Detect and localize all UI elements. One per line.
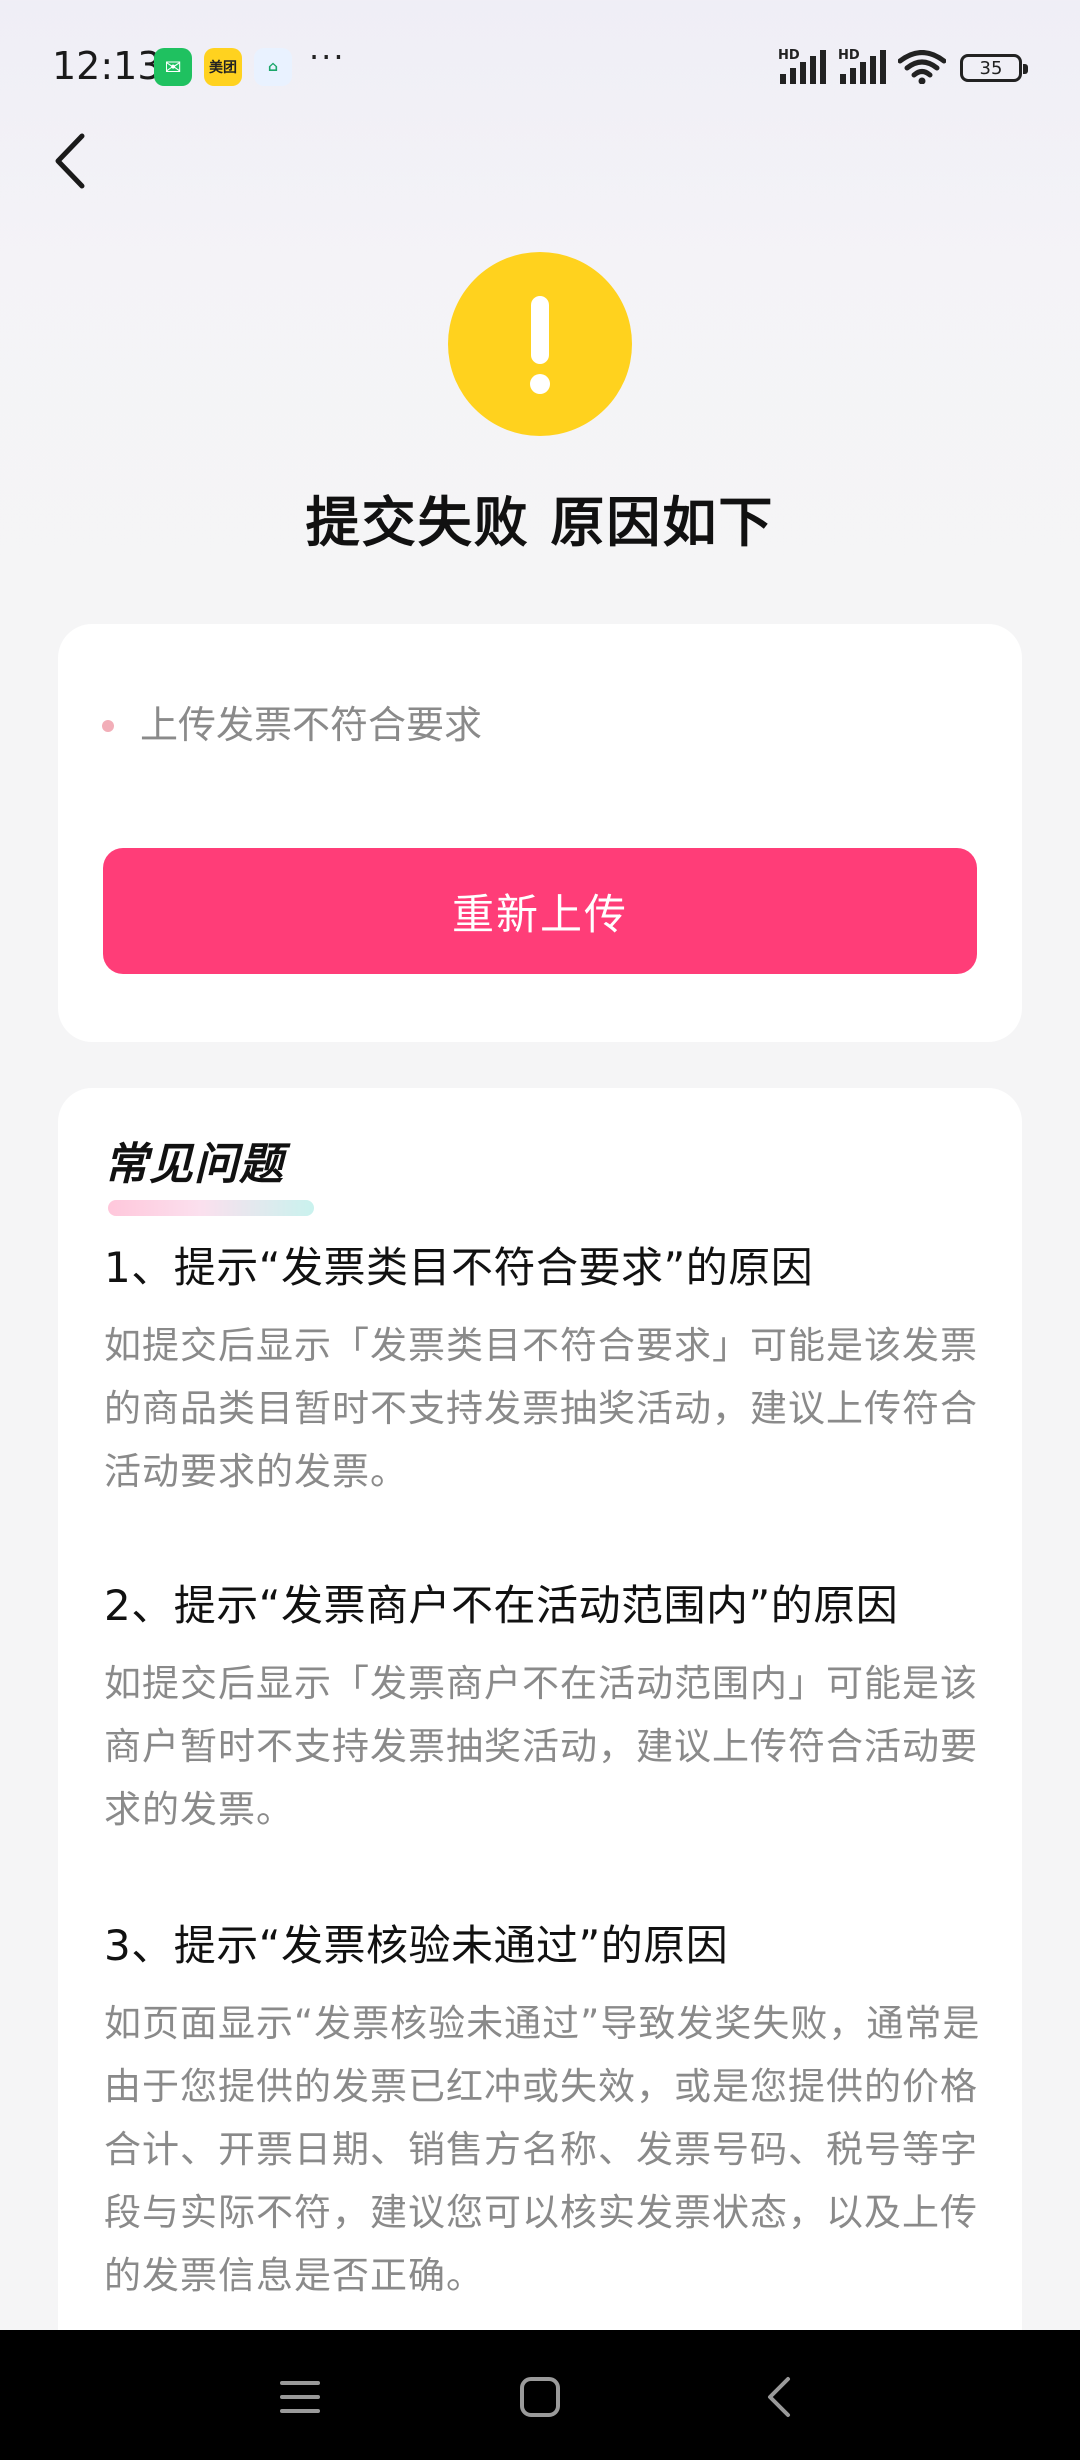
more-notifications-icon: ···	[309, 38, 346, 76]
page-title: 提交失败 原因如下	[305, 491, 775, 554]
failure-reason-card: 上传发票不符合要求 重新上传	[58, 624, 1022, 1042]
faq-item: 1、提示“发票类目不符合要求”的原因 如提交后显示「发票类目不符合要求」可能是该…	[104, 1238, 1004, 1503]
faq-title: 常见问题	[104, 1139, 284, 1190]
faq-answer: 如页面显示“发票核验未通过”导致发奖失败，通常是由于您提供的发票已红冲或失效，或…	[104, 2002, 981, 2297]
reupload-button[interactable]: 重新上传	[103, 848, 977, 974]
faq-card: 常见问题 1、提示“发票类目不符合要求”的原因 如提交后显示「发票类目不符合要求…	[58, 1088, 1022, 2460]
faq-heading: 常见问题	[104, 1128, 314, 1216]
nav-home-button[interactable]	[505, 2362, 575, 2432]
meituan-icon: 美团	[204, 48, 242, 86]
system-nav-bar	[0, 2330, 1080, 2460]
back-button[interactable]	[40, 126, 100, 196]
faq-item: 2、提示“发票商户不在活动范围内”的原因 如提交后显示「发票商户不在活动范围内」…	[104, 1576, 1004, 1841]
faq-question: 3、提示“发票核验未通过”的原因	[104, 1921, 729, 1970]
faq-answer: 如提交后显示「发票类目不符合要求」可能是该发票的商品类目暂时不支持发票抽奖活动，…	[104, 1324, 978, 1493]
home-square-icon	[520, 2377, 560, 2417]
nav-menu-button[interactable]	[265, 2362, 335, 2432]
faq-heading-underline	[108, 1200, 314, 1216]
signal-icon-2	[840, 50, 886, 84]
faq-question: 2、提示“发票商户不在活动范围内”的原因	[104, 1581, 899, 1630]
wifi-icon	[898, 50, 946, 84]
battery-icon: 35	[960, 54, 1028, 82]
status-bar: 12:13 ✉ 美团 ⌂ ··· HD HD 35	[0, 0, 1080, 136]
faq-question: 1、提示“发票类目不符合要求”的原因	[104, 1243, 814, 1292]
warning-exclamation-bar	[531, 296, 549, 364]
battery-level: 35	[979, 57, 1003, 79]
faq-item: 3、提示“发票核验未通过”的原因 如页面显示“发票核验未通过”导致发奖失败，通常…	[104, 1916, 1004, 2307]
nav-back-button[interactable]	[744, 2362, 814, 2432]
faq-answer: 如提交后显示「发票商户不在活动范围内」可能是该商户暂时不支持发票抽奖活动，建议上…	[104, 1662, 978, 1831]
wechat-icon: ✉	[154, 48, 192, 86]
menu-icon	[280, 2381, 320, 2413]
failure-reason-text: 上传发票不符合要求	[140, 703, 483, 747]
home-app-icon: ⌂	[254, 48, 292, 86]
status-time: 12:13	[52, 44, 162, 88]
chevron-left-icon	[55, 133, 85, 189]
warning-exclamation-dot	[530, 374, 550, 394]
warning-icon	[448, 252, 632, 436]
bullet-dot	[102, 720, 114, 732]
back-arrow-icon	[768, 2377, 790, 2417]
signal-icon-1	[780, 50, 826, 84]
